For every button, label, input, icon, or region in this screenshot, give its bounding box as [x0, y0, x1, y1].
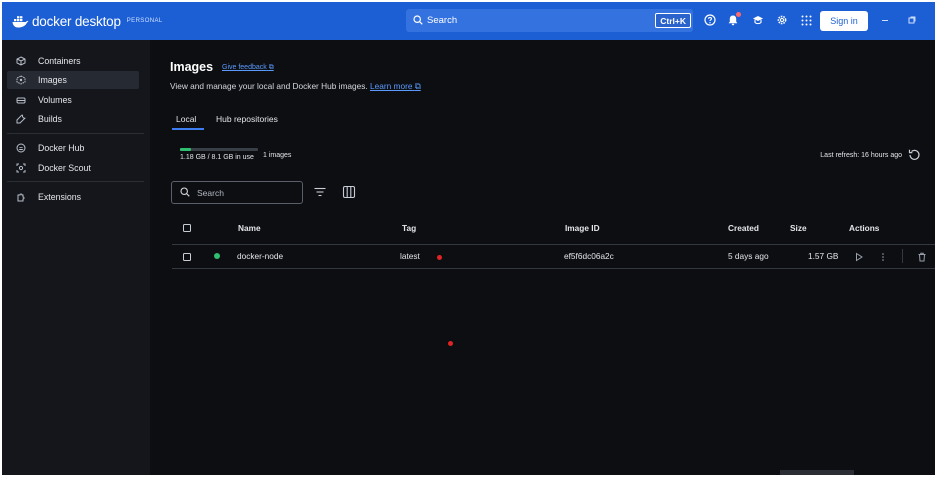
sidebar-nav: Containers Images Volumes Builds Docker	[2, 40, 150, 475]
page-title: Images	[170, 60, 214, 74]
global-search[interactable]: Search Ctrl+K	[406, 9, 693, 32]
docker-whale-icon	[12, 15, 29, 28]
external-link-icon: ⧉	[414, 81, 421, 91]
disk-usage-fill	[180, 148, 192, 151]
containers-icon	[15, 56, 26, 67]
sidebar-item-label: Builds	[38, 114, 62, 124]
sidebar-item-images[interactable]: Images	[7, 71, 139, 89]
apps-grid-icon[interactable]	[799, 13, 813, 27]
column-header-created[interactable]: Created	[728, 223, 759, 233]
notification-badge	[736, 12, 741, 17]
settings-gear-icon[interactable]	[775, 13, 789, 27]
sidebar-item-label: Volumes	[38, 95, 72, 105]
last-refresh-text: Last refresh: 16 hours ago	[820, 152, 902, 159]
sidebar-item-extensions[interactable]: Extensions	[7, 188, 139, 206]
help-icon[interactable]	[703, 13, 717, 27]
sidebar-item-builds[interactable]: Builds	[7, 110, 139, 128]
sidebar-item-volumes[interactable]: Volumes	[7, 91, 139, 109]
restore-window-icon[interactable]	[905, 13, 919, 27]
table-row-divider	[172, 268, 935, 269]
status-indicator	[214, 253, 220, 259]
cursor-marker	[448, 341, 453, 346]
search-input[interactable]	[197, 187, 297, 198]
actions-divider	[902, 249, 903, 263]
select-all-checkbox[interactable]	[183, 224, 191, 232]
volumes-icon	[15, 95, 26, 106]
columns-icon[interactable]	[342, 185, 356, 199]
give-feedback-label: Give feedback	[222, 64, 267, 71]
extensions-icon	[15, 192, 26, 203]
table-header-divider	[172, 244, 935, 245]
learning-center-icon[interactable]	[751, 13, 765, 27]
sidebar-item-containers[interactable]: Containers	[7, 52, 139, 70]
docker-desktop-window: docker desktop PERSONAL Search Ctrl+K Si…	[2, 2, 935, 475]
external-link-icon: ⧉	[268, 64, 274, 71]
refresh-icon[interactable]	[907, 148, 921, 162]
sidebar-divider	[7, 181, 144, 182]
docker-hub-icon	[15, 143, 26, 154]
learn-more-label: Learn more	[370, 81, 413, 91]
give-feedback-link[interactable]: Give feedback ⧉	[222, 64, 274, 72]
image-size: 1.57 GB	[808, 251, 839, 261]
sign-in-button[interactable]: Sign in	[820, 11, 868, 31]
search-icon	[413, 14, 423, 27]
tab-local[interactable]: Local	[176, 114, 196, 124]
images-icon	[15, 75, 26, 86]
run-play-icon[interactable]	[854, 252, 864, 262]
image-id: ef5f6dc06a2c	[564, 251, 614, 261]
search-shortcut: Ctrl+K	[655, 13, 691, 28]
sidebar-item-label: Extensions	[38, 192, 82, 202]
sidebar-item-docker-hub[interactable]: Docker Hub	[7, 139, 139, 157]
column-header-size[interactable]: Size	[790, 223, 807, 233]
plan-badge: PERSONAL	[126, 18, 163, 24]
search-icon	[180, 186, 190, 199]
docker-scout-icon	[15, 163, 26, 174]
sidebar-item-label: Docker Scout	[38, 163, 91, 173]
tab-hub-repositories[interactable]: Hub repositories	[216, 114, 278, 124]
column-header-image-id[interactable]: Image ID	[565, 223, 600, 233]
logo-text: docker desktop	[32, 13, 121, 29]
image-count: 1 images	[263, 152, 292, 159]
image-created: 5 days ago	[728, 251, 769, 261]
image-tag: latest	[400, 251, 420, 261]
sidebar-item-label: Docker Hub	[38, 143, 85, 153]
builds-icon	[15, 114, 26, 125]
row-checkbox[interactable]	[183, 253, 191, 261]
sidebar-item-label: Containers	[38, 56, 81, 66]
top-bar: docker desktop PERSONAL Search Ctrl+K Si…	[2, 2, 935, 40]
image-name[interactable]: docker-node	[237, 251, 283, 261]
sidebar-item-docker-scout[interactable]: Docker Scout	[7, 159, 139, 177]
learn-more-link[interactable]: Learn more ⧉	[370, 81, 421, 91]
image-search[interactable]	[171, 181, 303, 204]
subtitle-text: View and manage your local and Docker Hu…	[170, 81, 368, 91]
disk-usage-bar	[180, 148, 258, 151]
cursor-marker	[437, 255, 442, 260]
sidebar-divider	[7, 133, 144, 134]
filter-icon[interactable]	[313, 185, 327, 199]
minimize-window-icon[interactable]	[878, 13, 892, 27]
images-page: Images Give feedback ⧉ View and manage y…	[150, 40, 935, 475]
scrollbar-strip[interactable]	[780, 470, 854, 475]
disk-usage-text: 1.18 GB / 8.1 GB in use	[180, 154, 254, 161]
column-header-tag[interactable]: Tag	[402, 223, 416, 233]
docker-logo[interactable]: docker desktop PERSONAL	[12, 13, 163, 29]
global-search-label: Search	[427, 15, 458, 26]
column-header-actions: Actions	[849, 223, 880, 233]
notifications-bell-icon[interactable]	[726, 12, 741, 27]
column-header-name[interactable]: Name	[238, 223, 261, 233]
page-subtitle: View and manage your local and Docker Hu…	[170, 81, 421, 92]
more-options-icon[interactable]	[878, 252, 888, 262]
active-tab-indicator	[172, 128, 204, 130]
sidebar-item-label: Images	[38, 75, 67, 85]
delete-trash-icon[interactable]	[917, 252, 927, 262]
